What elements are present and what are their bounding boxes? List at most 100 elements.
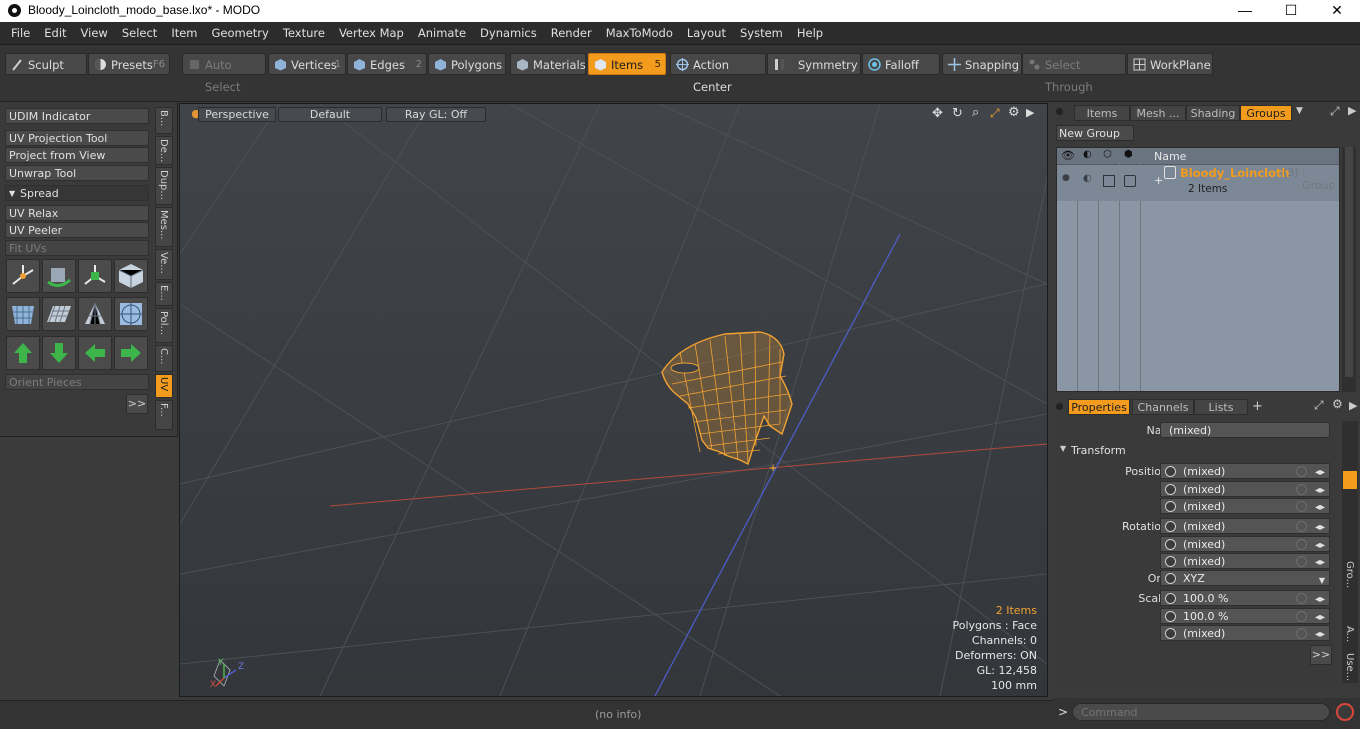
rotation-y-field[interactable]: (mixed) ◂▸ [1160,536,1330,552]
props-more-button[interactable]: >> [1310,645,1332,665]
vtab-c[interactable]: C... [155,345,173,372]
anim-icon[interactable] [1296,484,1307,495]
vtab-b[interactable]: B... [155,107,173,134]
presets-button[interactable]: Presets F6 [88,53,170,75]
keyframe-dot-icon[interactable] [1165,593,1176,604]
maximize-button[interactable]: ☐ [1268,0,1314,22]
vtab-mes[interactable]: Mes... [155,207,173,247]
tab-properties[interactable]: Properties [1068,399,1130,415]
uv-unwrap-preset-button[interactable] [6,297,40,331]
stepper-arrows-icon[interactable]: ◂▸ [1315,500,1325,515]
falloff-button[interactable]: Falloff [862,53,940,75]
stepper-arrows-icon[interactable]: ◂▸ [1315,538,1325,553]
group-row-bloody-loincloth[interactable]: ● ◐ + Bloody_Loincloth (3) : Group 2 Ite… [1057,165,1339,201]
left-panel-more-button[interactable]: >> [126,394,148,414]
pan-icon[interactable]: ✥ [932,106,943,121]
udim-indicator-button[interactable]: UDIM Indicator [5,108,149,124]
keyframe-dot-icon[interactable] [1165,539,1176,550]
stepper-arrows-icon[interactable]: ◂▸ [1315,555,1325,570]
panel-arrow-icon[interactable]: ▶ [1348,104,1356,117]
menu-edit[interactable]: Edit [37,22,73,44]
menu-dynamics[interactable]: Dynamics [473,22,544,44]
groups-scrollbar[interactable] [1342,147,1356,392]
visibility-eye-icon[interactable]: 👁 [1061,149,1075,162]
uv-move-down-button[interactable] [42,336,76,370]
menu-vertex-map[interactable]: Vertex Map [332,22,411,44]
tab-lists[interactable]: Lists [1194,399,1248,415]
loincloth-mesh[interactable] [661,331,793,465]
position-x-field[interactable]: (mixed) ◂▸ [1160,463,1330,479]
props-menu-dot-icon[interactable] [1056,403,1063,410]
spread-section-header[interactable]: ▼ Spread [5,185,149,201]
stepper-arrows-icon[interactable]: ◂▸ [1315,483,1325,498]
items-button[interactable]: Items 5 [588,53,666,75]
rotate-view-icon[interactable]: ↻ [952,106,963,121]
close-button[interactable]: ✕ [1314,0,1360,22]
menu-select[interactable]: Select [115,22,164,44]
anim-icon[interactable] [1296,611,1307,622]
select-icon[interactable]: ⬢ [1124,149,1133,160]
project-from-view-button[interactable]: Project from View [5,147,149,163]
anim-icon[interactable] [1296,539,1307,550]
add-tab-button[interactable]: + [1252,399,1263,414]
anim-icon[interactable] [1296,556,1307,567]
menu-system[interactable]: System [733,22,790,44]
uv-move-up-button[interactable] [6,336,40,370]
workplane-button[interactable]: WorkPlane [1127,53,1213,75]
position-z-field[interactable]: (mixed) ◂▸ [1160,498,1330,514]
vtab-e[interactable]: E... [155,282,173,306]
menu-file[interactable]: File [0,22,37,44]
command-input[interactable] [1072,703,1330,721]
rotation-x-field[interactable]: (mixed) ◂▸ [1160,518,1330,534]
props-arrow-icon[interactable]: ▶ [1349,399,1357,412]
anim-icon[interactable] [1296,593,1307,604]
lock-cube-icon[interactable]: ⬡ [1103,149,1112,160]
menu-geometry[interactable]: Geometry [205,22,276,44]
transform-section-header[interactable]: ▼ Transform [1058,444,1328,458]
keyframe-dot-icon[interactable] [1165,521,1176,532]
row-expand-icon[interactable]: + [1154,174,1163,187]
symmetry-button[interactable]: Symmetry [767,53,861,75]
uv-scale-tool-button[interactable] [78,259,112,293]
stepper-arrows-icon[interactable]: ◂▸ [1315,465,1325,480]
tab-groups[interactable]: Groups [1240,105,1292,121]
sculpt-button[interactable]: Sculpt [5,53,87,75]
anim-icon[interactable] [1296,521,1307,532]
uv-peeler-button[interactable]: UV Peeler [5,222,149,238]
scale-x-field[interactable]: 100.0 % ◂▸ [1160,590,1330,606]
props-side-tab-active[interactable] [1343,471,1357,489]
uv-move-right-button[interactable] [114,336,148,370]
row-visibility-icon[interactable]: ● [1062,173,1070,183]
side-tab-a[interactable]: A... [1344,626,1355,642]
side-tab-use[interactable]: Use... [1344,653,1355,681]
anim-icon[interactable] [1296,501,1307,512]
keyframe-dot-icon[interactable] [1165,466,1176,477]
props-gear-icon[interactable]: ⚙ [1332,397,1343,411]
menu-view[interactable]: View [74,22,115,44]
unwrap-tool-button[interactable]: Unwrap Tool [5,165,149,181]
scale-y-field[interactable]: 100.0 % ◂▸ [1160,608,1330,624]
groups-scrollbar-thumb[interactable] [1345,147,1353,377]
auto-select-button[interactable]: Auto Select [182,53,266,94]
uv-rotate-tool-button[interactable] [42,259,76,293]
uv-move-left-button[interactable] [78,336,112,370]
order-select[interactable]: XYZ ▼ [1160,570,1330,586]
row-lock-checkbox[interactable] [1103,175,1115,187]
panel-menu-dot-icon[interactable] [1056,108,1063,115]
zoom-icon[interactable]: ⌕ [972,105,979,120]
vtab-de[interactable]: De... [155,136,173,165]
menu-texture[interactable]: Texture [276,22,332,44]
action-center-button[interactable]: Action Center [670,53,766,94]
record-macro-icon[interactable] [1336,703,1354,721]
stepper-arrows-icon[interactable]: ◂▸ [1315,592,1325,607]
menu-layout[interactable]: Layout [680,22,733,44]
name-field[interactable]: (mixed) [1160,422,1330,438]
fit-uvs-button[interactable]: Fit UVs [5,240,149,256]
uv-projection-tool-button[interactable]: UV Projection Tool [5,130,149,146]
tab-mesh[interactable]: Mesh ... [1130,105,1186,121]
scale-z-field[interactable]: (mixed) ◂▸ [1160,625,1330,641]
uv-planar-button[interactable] [42,297,76,331]
tab-dropdown-icon[interactable]: ▼ [1296,106,1303,116]
uv-cylindrical-button[interactable] [78,297,112,331]
select-through-button[interactable]: Select Through [1022,53,1126,94]
